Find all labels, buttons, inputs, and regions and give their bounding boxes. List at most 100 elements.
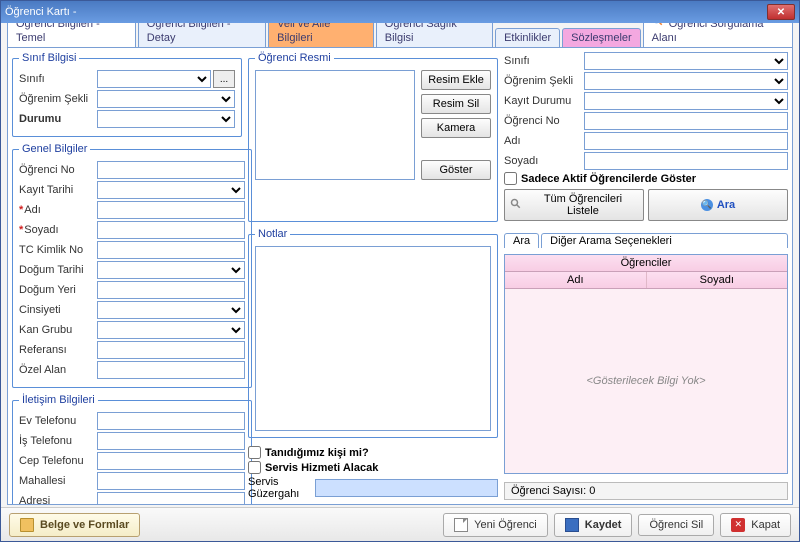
button-save[interactable]: Kaydet [554, 513, 633, 537]
input-service-route[interactable] [315, 479, 498, 497]
q-select-reg[interactable] [584, 92, 788, 110]
input-home-phone[interactable] [97, 412, 245, 430]
grid-title: Öğrenciler [505, 255, 787, 272]
q-label-name: Adı [504, 135, 584, 147]
group-photo: Öğrenci Resmi Resim Ekle Resim Sil Kamer… [248, 52, 498, 222]
legend-general: Genel Bilgiler [19, 143, 90, 155]
tab-query-area[interactable]: Öğrenci Sorgulama Alanı [643, 23, 793, 47]
input-mobile[interactable] [97, 452, 245, 470]
label-name: Adı [19, 204, 97, 216]
results-grid: Öğrenciler Adı Soyadı <Gösterilecek Bilg… [504, 254, 788, 474]
tab-health[interactable]: Öğrenci Sağlık Bilgisi [376, 23, 493, 47]
checkbox-known-person[interactable] [248, 446, 261, 459]
input-address[interactable] [97, 492, 245, 505]
main-area: Sınıf Bilgisi Sınıfı ... Öğrenim Şekli D… [7, 47, 793, 505]
legend-notes: Notlar [255, 228, 290, 240]
label-class: Sınıfı [19, 73, 97, 85]
grid-col-surname[interactable]: Soyadı [647, 272, 788, 288]
q-input-no[interactable] [584, 112, 788, 130]
select-education[interactable] [97, 90, 235, 108]
label-service-route: Servis Güzergahı [248, 476, 311, 500]
tab-family[interactable]: Veli ve Aile Bilgileri [268, 23, 374, 47]
input-reference[interactable] [97, 341, 245, 359]
label-reg-date: Kayıt Tarihi [19, 184, 97, 196]
titlebar: Öğrenci Kartı - ✕ [1, 1, 799, 23]
button-save-label: Kaydet [585, 519, 622, 531]
q-select-edu[interactable] [584, 72, 788, 90]
folder-icon [20, 518, 34, 532]
button-search[interactable]: 🔍 Ara [648, 189, 788, 221]
button-list-all[interactable]: Tüm Öğrencileri Listele [504, 189, 644, 221]
q-input-name[interactable] [584, 132, 788, 150]
button-photo-show[interactable]: Göster [421, 160, 491, 180]
label-district: Mahallesi [19, 475, 97, 487]
legend-contact: İletişim Bilgileri [19, 394, 98, 406]
label-address: Adresi [19, 495, 97, 505]
search-icon [652, 23, 666, 29]
select-class[interactable] [97, 70, 211, 88]
q-label-edu: Öğrenim Şekli [504, 75, 584, 87]
select-gender[interactable] [97, 301, 245, 319]
input-birthplace[interactable] [97, 281, 245, 299]
input-tc[interactable] [97, 241, 245, 259]
select-status[interactable] [97, 110, 235, 128]
tab-student-basic[interactable]: Öğrenci Bilgileri - Temel [7, 23, 136, 47]
q-label-no: Öğrenci No [504, 115, 584, 127]
input-surname[interactable] [97, 221, 245, 239]
input-district[interactable] [97, 472, 245, 490]
button-camera[interactable]: Kamera [421, 118, 491, 138]
grid-col-name[interactable]: Adı [505, 272, 647, 288]
button-class-lookup[interactable]: ... [213, 70, 235, 88]
label-home-phone: Ev Telefonu [19, 415, 97, 427]
button-close-label: Kapat [751, 519, 780, 531]
close-icon[interactable]: ✕ [767, 4, 795, 20]
subtab-search[interactable]: Ara [504, 233, 539, 248]
button-docs-label: Belge ve Formlar [40, 519, 129, 531]
tab-activities[interactable]: Etkinlikler [495, 28, 560, 47]
select-birthdate[interactable] [97, 261, 245, 279]
input-work-phone[interactable] [97, 432, 245, 450]
label-birthdate: Doğum Tarihi [19, 264, 97, 276]
label-gender: Cinsiyeti [19, 304, 97, 316]
tab-contracts[interactable]: Sözleşmeler [562, 28, 641, 47]
label-work-phone: İş Telefonu [19, 435, 97, 447]
document-icon [454, 518, 468, 532]
input-name[interactable] [97, 201, 245, 219]
checkbox-service[interactable] [248, 461, 261, 474]
button-close[interactable]: ✕ Kapat [720, 513, 791, 537]
search-circle-icon: 🔍 [701, 199, 713, 211]
grid-empty: <Gösterilecek Bilgi Yok> [505, 289, 787, 473]
tab-query-label: Öğrenci Sorgulama Alanı [652, 23, 764, 44]
content: Öğrenci Bilgileri - Temel Öğrenci Bilgil… [1, 23, 799, 507]
tabstrip: Öğrenci Bilgileri - Temel Öğrenci Bilgil… [7, 27, 793, 47]
close-x-icon: ✕ [731, 518, 745, 532]
q-input-surname[interactable] [584, 152, 788, 170]
label-status: Durumu [19, 113, 97, 125]
footer: Belge ve Formlar Yeni Öğrenci Kaydet Öğr… [1, 507, 799, 541]
group-class-info: Sınıf Bilgisi Sınıfı ... Öğrenim Şekli D… [12, 52, 242, 137]
q-label-reg: Kayıt Durumu [504, 95, 584, 107]
button-delete-student[interactable]: Öğrenci Sil [638, 514, 714, 536]
button-search-label: Ara [717, 199, 735, 211]
button-photo-delete[interactable]: Resim Sil [421, 94, 491, 114]
group-notes: Notlar [248, 228, 498, 438]
label-blood: Kan Grubu [19, 324, 97, 336]
select-reg-date[interactable] [97, 181, 245, 199]
button-delete-label: Öğrenci Sil [649, 519, 703, 531]
q-label-surname: Soyadı [504, 155, 584, 167]
tab-student-detail[interactable]: Öğrenci Bilgileri - Detay [138, 23, 266, 47]
input-custom[interactable] [97, 361, 245, 379]
textarea-notes[interactable] [255, 246, 491, 431]
button-photo-add[interactable]: Resim Ekle [421, 70, 491, 90]
select-blood[interactable] [97, 321, 245, 339]
checkbox-active-only[interactable] [504, 172, 517, 185]
q-select-class[interactable] [584, 52, 788, 70]
window-title: Öğrenci Kartı - [5, 6, 767, 18]
label-education: Öğrenim Şekli [19, 93, 97, 105]
button-docs-forms[interactable]: Belge ve Formlar [9, 513, 140, 537]
subtab-other[interactable]: Diğer Arama Seçenekleri [541, 233, 788, 248]
label-surname: Soyadı [19, 224, 97, 236]
button-new-student[interactable]: Yeni Öğrenci [443, 513, 548, 537]
label-known-person: Tanıdığımız kişi mi? [265, 447, 369, 459]
input-student-no[interactable] [97, 161, 245, 179]
